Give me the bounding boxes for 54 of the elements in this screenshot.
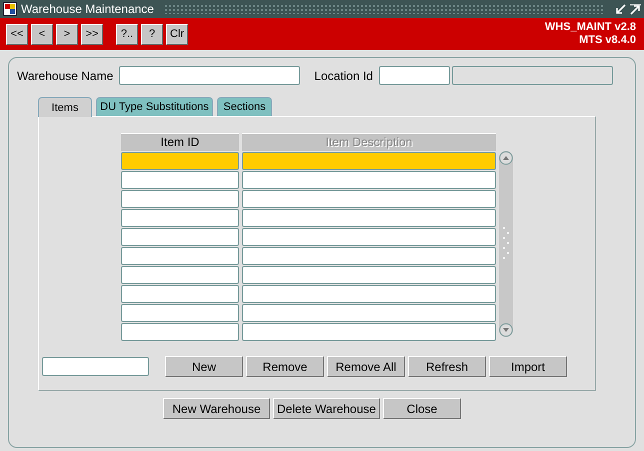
toolbar-button[interactable]: >> xyxy=(81,24,103,44)
toolbar-button[interactable]: << xyxy=(6,24,28,44)
table-cell[interactable] xyxy=(121,323,239,341)
toolbar-button[interactable]: ? xyxy=(141,24,163,44)
table-cell[interactable] xyxy=(121,152,239,170)
table-cell[interactable] xyxy=(242,247,496,265)
table-cell[interactable] xyxy=(242,266,496,284)
table-cell[interactable] xyxy=(121,285,239,303)
app-icon xyxy=(3,2,17,16)
table-cell[interactable] xyxy=(242,209,496,227)
scroll-bar[interactable] xyxy=(499,151,513,337)
table-cell[interactable] xyxy=(242,304,496,322)
table-cell[interactable] xyxy=(121,228,239,246)
version-label: WHS_MAINT v2.8 xyxy=(544,21,636,34)
table-cell[interactable] xyxy=(242,190,496,208)
table-cell[interactable] xyxy=(121,266,239,284)
form-button[interactable]: Delete Warehouse xyxy=(273,398,380,419)
form-button[interactable]: Close xyxy=(383,398,461,419)
input-field[interactable] xyxy=(119,66,300,85)
toolbar-button[interactable]: > xyxy=(56,24,78,44)
column-header: Item Description xyxy=(242,133,496,151)
toolbar-button[interactable]: < xyxy=(31,24,53,44)
tab[interactable]: DU Type Substitutions xyxy=(96,97,213,116)
column-header: Item ID xyxy=(121,133,239,151)
table-cell[interactable] xyxy=(121,209,239,227)
toolbar-button[interactable]: Clr xyxy=(166,24,188,44)
field-label: Warehouse Name xyxy=(17,68,114,82)
tab[interactable]: Sections xyxy=(217,97,272,116)
table-cell[interactable] xyxy=(121,304,239,322)
table-cell[interactable] xyxy=(242,152,496,170)
scroll-down-icon[interactable] xyxy=(499,323,513,337)
tab[interactable]: Items xyxy=(38,97,92,117)
form-button[interactable]: New Warehouse xyxy=(163,398,270,419)
table-cell[interactable] xyxy=(121,190,239,208)
toolbar-button[interactable]: ?.. xyxy=(116,24,138,44)
table-cell[interactable] xyxy=(242,228,496,246)
action-button[interactable]: New xyxy=(165,356,243,377)
window-title: Warehouse Maintenance xyxy=(21,2,154,16)
table-cell[interactable] xyxy=(242,323,496,341)
action-button[interactable]: Refresh xyxy=(408,356,486,377)
table-cell[interactable] xyxy=(242,171,496,189)
table-cell[interactable] xyxy=(242,285,496,303)
action-button[interactable]: Remove All xyxy=(327,356,405,377)
action-button[interactable]: Import xyxy=(489,356,567,377)
input-field[interactable] xyxy=(378,66,450,85)
input-field[interactable] xyxy=(42,357,149,376)
action-button[interactable]: Remove xyxy=(246,356,324,377)
minimize-icon[interactable] xyxy=(615,4,626,14)
scroll-up-icon[interactable] xyxy=(499,151,513,165)
field-label: Location Id xyxy=(314,68,373,82)
table-cell[interactable] xyxy=(121,247,239,265)
version-label: MTS v8.4.0 xyxy=(579,34,636,47)
maximize-icon[interactable] xyxy=(630,4,641,14)
table-cell[interactable] xyxy=(121,171,239,189)
